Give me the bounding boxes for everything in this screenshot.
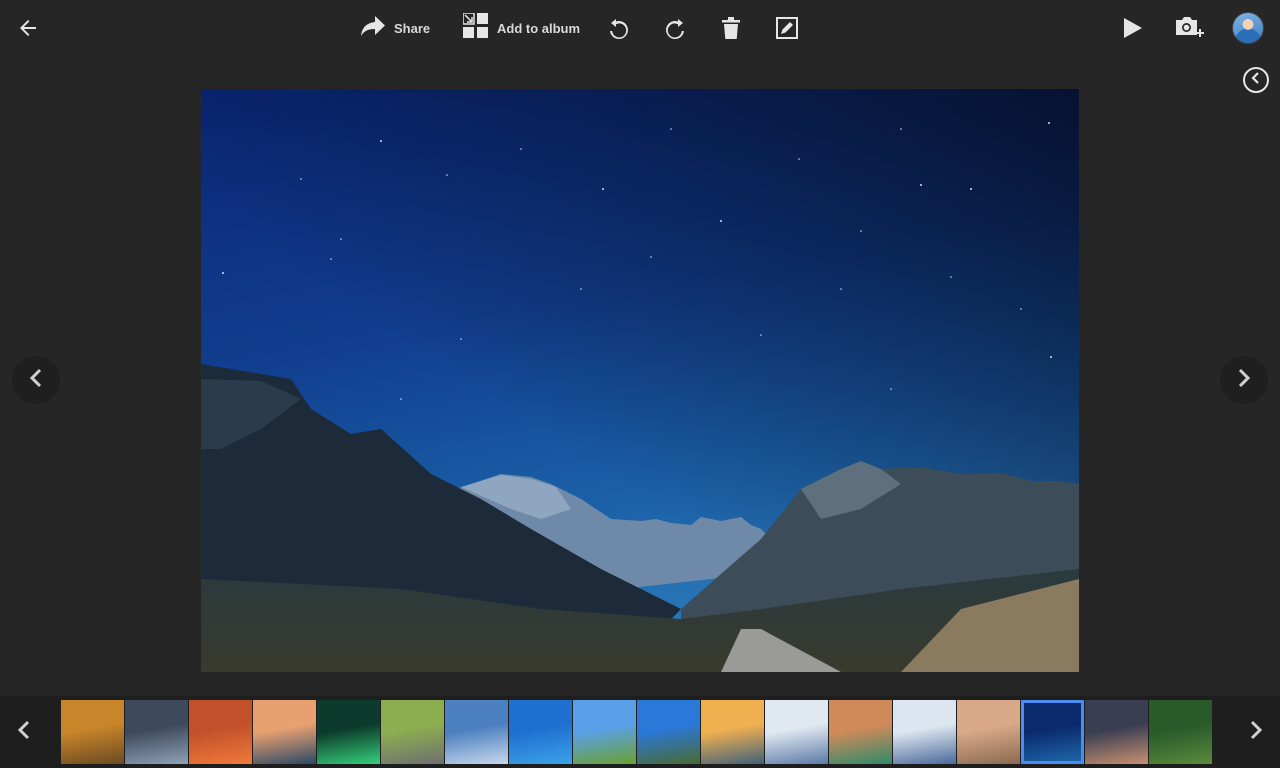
chevron-left-icon	[29, 368, 43, 393]
chevron-right-icon	[1249, 720, 1263, 745]
chevron-left-icon	[1251, 71, 1261, 89]
filmstrip-thumbnail[interactable]	[61, 700, 124, 764]
trash-icon[interactable]	[718, 14, 744, 42]
filmstrip-thumbnail[interactable]	[637, 700, 700, 764]
play-icon[interactable]	[1118, 14, 1146, 42]
filmstrip	[0, 696, 1280, 768]
filmstrip-thumbnail[interactable]	[893, 700, 956, 764]
thumbnail-list	[61, 700, 1213, 764]
share-button[interactable]: Share	[360, 14, 430, 42]
filmstrip-thumbnail[interactable]	[573, 700, 636, 764]
top-toolbar: Share Add to album	[0, 0, 1280, 56]
filmstrip-thumbnail[interactable]	[253, 700, 316, 764]
chevron-right-icon	[1237, 368, 1251, 393]
share-arrow-icon	[360, 15, 386, 42]
filmstrip-thumbnail[interactable]	[125, 700, 188, 764]
edit-icon[interactable]	[774, 14, 800, 42]
add-to-album-icon	[462, 11, 489, 44]
filmstrip-thumbnail[interactable]	[1021, 700, 1084, 764]
collapse-panel-button[interactable]	[1243, 67, 1269, 93]
filmstrip-thumbnail[interactable]	[701, 700, 764, 764]
filmstrip-thumbnail[interactable]	[829, 700, 892, 764]
rotate-left-icon[interactable]	[606, 14, 632, 42]
back-arrow-icon[interactable]	[14, 14, 42, 42]
filmstrip-thumbnail[interactable]	[381, 700, 444, 764]
filmstrip-next-button[interactable]	[1232, 696, 1280, 768]
avatar[interactable]	[1232, 12, 1264, 44]
filmstrip-thumbnail[interactable]	[1149, 700, 1212, 764]
filmstrip-thumbnail[interactable]	[189, 700, 252, 764]
next-photo-button[interactable]	[1220, 356, 1268, 404]
chevron-left-icon	[17, 720, 31, 745]
filmstrip-thumbnail[interactable]	[317, 700, 380, 764]
add-to-album-label: Add to album	[497, 20, 581, 36]
filmstrip-thumbnail[interactable]	[445, 700, 508, 764]
filmstrip-thumbnail[interactable]	[1085, 700, 1148, 764]
main-photo	[201, 89, 1079, 672]
camera-add-icon[interactable]	[1174, 14, 1204, 42]
filmstrip-thumbnail[interactable]	[509, 700, 572, 764]
rotate-right-icon[interactable]	[662, 14, 688, 42]
filmstrip-thumbnail[interactable]	[957, 700, 1020, 764]
share-label: Share	[394, 20, 431, 36]
previous-photo-button[interactable]	[12, 356, 60, 404]
add-to-album-button[interactable]: Add to album	[462, 11, 581, 44]
filmstrip-thumbnail[interactable]	[765, 700, 828, 764]
filmstrip-prev-button[interactable]	[0, 696, 48, 768]
